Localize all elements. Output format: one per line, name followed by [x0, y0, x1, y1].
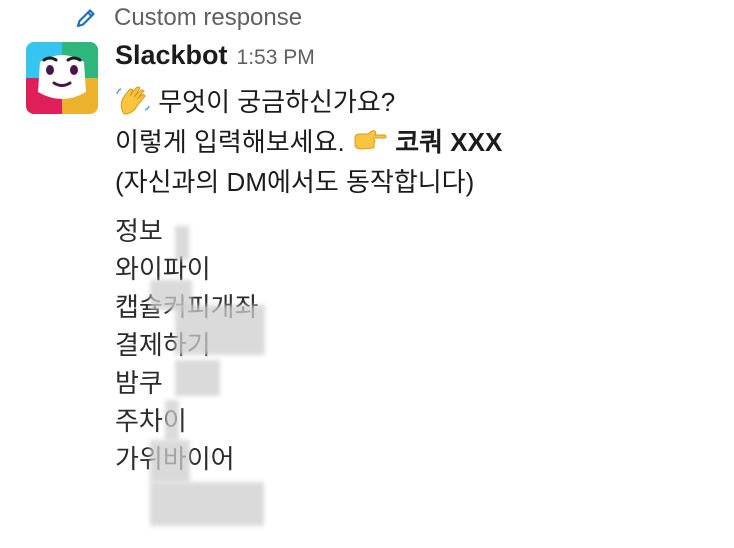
- redaction-blur: [175, 305, 265, 355]
- slackbot-message: Slackbot 1:53 PM 무엇이 궁금하신가요? 이렇게 입력해보세요.…: [115, 40, 734, 478]
- greeting-text: 무엇이 궁금하신가요?: [158, 87, 396, 117]
- command-example: 코쿼 XXX: [395, 127, 503, 157]
- pencil-icon: [74, 6, 98, 30]
- message-timestamp[interactable]: 1:53 PM: [237, 46, 315, 70]
- command-item: 정보: [115, 216, 163, 246]
- message-line-greeting: 무엇이 궁금하신가요?: [115, 82, 734, 122]
- pointing-right-icon: [352, 126, 388, 156]
- redaction-blur: [175, 226, 189, 260]
- message-header: Slackbot 1:53 PM: [115, 40, 734, 82]
- redaction-blur: [165, 400, 179, 440]
- sender-name[interactable]: Slackbot: [115, 40, 228, 71]
- command-item: 와이파이: [115, 254, 211, 284]
- waving-hand-icon: [115, 86, 151, 116]
- custom-response-label: Custom response: [114, 4, 303, 31]
- custom-response-row: Custom response: [74, 3, 302, 33]
- redaction-blur: [150, 440, 190, 482]
- slackbot-avatar[interactable]: [26, 42, 98, 114]
- redaction-blur: [175, 360, 220, 396]
- command-item: 가위바이어: [115, 440, 734, 478]
- message-line-instruction: 이렇게 입력해보세요. 코쿼 XXX: [115, 122, 734, 162]
- command-item: 주차이: [115, 406, 187, 436]
- instruction-text: 이렇게 입력해보세요.: [115, 127, 345, 157]
- message-line-note: (자신과의 DM에서도 동작합니다): [115, 167, 475, 197]
- redaction-blur: [150, 482, 264, 526]
